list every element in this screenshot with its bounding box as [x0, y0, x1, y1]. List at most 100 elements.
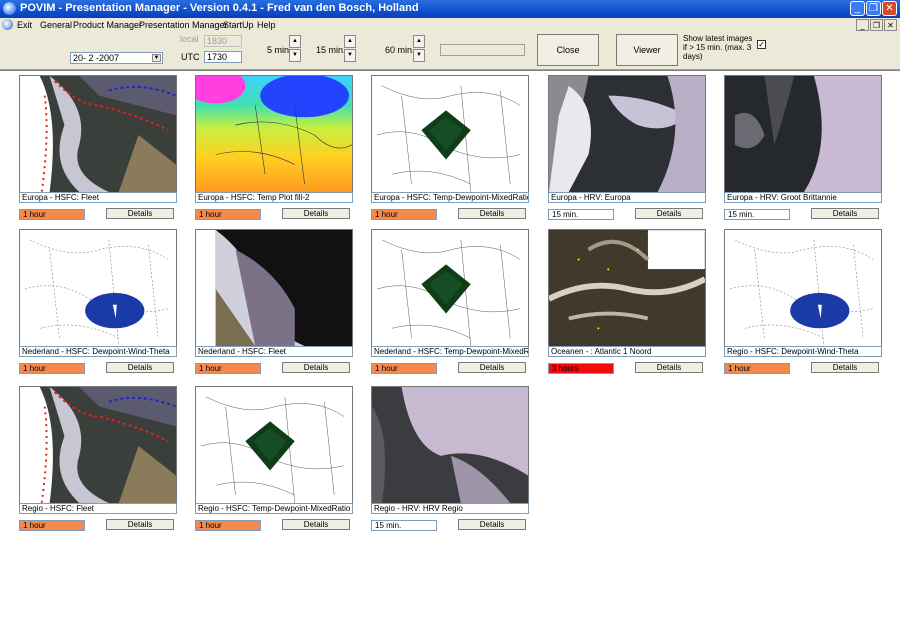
details-button[interactable]: Details — [458, 519, 526, 530]
arrow-down-icon[interactable]: ▼ — [413, 49, 425, 62]
viewer-button[interactable]: Viewer — [616, 34, 678, 66]
tile-age-badge: 1 hour — [371, 209, 437, 220]
mdi-minimize-icon[interactable]: _ — [856, 19, 869, 31]
tile-caption: Nederland - HSFC: Dewpoint-Wind-Theta — [19, 346, 177, 357]
details-button[interactable]: Details — [282, 208, 350, 219]
tile-thumbnail[interactable] — [724, 75, 882, 193]
menu-startup[interactable]: StartUp — [223, 20, 254, 30]
menu-general[interactable]: General — [40, 20, 72, 30]
tile-age-badge: 1 hour — [19, 520, 85, 531]
weather-image — [549, 76, 705, 192]
menu-presentation-manager[interactable]: Presentation Manager — [139, 20, 228, 30]
tile-age-badge: 15 min. — [548, 209, 614, 220]
details-button[interactable]: Details — [106, 208, 174, 219]
weather-image — [20, 230, 176, 346]
tile-thumbnail[interactable] — [548, 229, 706, 347]
weather-image — [372, 76, 528, 192]
step-5-spinner[interactable]: ▲ ▼ — [289, 35, 301, 63]
tile-thumbnail[interactable] — [195, 229, 353, 347]
local-time-field: 1830 — [204, 35, 242, 47]
chevron-down-icon[interactable]: ▼ — [152, 54, 161, 62]
tile-thumbnail[interactable] — [548, 75, 706, 193]
show-latest-label: Show latest images if > 15 min. (max. 3 … — [683, 34, 753, 61]
tile-caption: Nederland - HSFC: Fleet — [195, 346, 353, 357]
step-15-spinner[interactable]: ▲ ▼ — [344, 35, 356, 63]
utc-time-field[interactable]: 1730 — [204, 51, 242, 63]
tile-thumbnail[interactable] — [19, 386, 177, 504]
close-button[interactable]: Close — [537, 34, 599, 66]
details-button[interactable]: Details — [106, 519, 174, 530]
tile-caption: Europa - HRV: Europa — [548, 192, 706, 203]
step-60-spinner[interactable]: ▲ ▼ — [413, 35, 425, 63]
tile-age-badge: 15 min. — [724, 209, 790, 220]
minimize-icon[interactable]: _ — [850, 1, 865, 16]
menu-help[interactable]: Help — [257, 20, 276, 30]
arrow-down-icon[interactable]: ▼ — [289, 49, 301, 62]
details-button[interactable]: Details — [811, 362, 879, 373]
tile-thumbnail[interactable] — [195, 75, 353, 193]
weather-image — [20, 387, 176, 503]
weather-image — [549, 230, 705, 346]
tile-age-badge: 1 hour — [724, 363, 790, 374]
date-dropdown[interactable]: 20- 2 -2007 ▼ — [70, 52, 163, 64]
arrow-up-icon[interactable]: ▲ — [289, 35, 301, 48]
tile-age-badge: 1 hour — [195, 520, 261, 531]
tile-caption: Oceanen - : Atlantic 1 Noord — [548, 346, 706, 357]
tile-thumbnail[interactable] — [724, 229, 882, 347]
details-button[interactable]: Details — [635, 208, 703, 219]
utc-label: UTC — [181, 52, 200, 62]
tile-thumbnail[interactable] — [371, 386, 529, 504]
tile-age-badge: 1 hour — [195, 209, 261, 220]
tile-age-badge: 15 min. — [371, 520, 437, 531]
tile-age-badge: 1 hour — [371, 363, 437, 374]
arrow-up-icon[interactable]: ▲ — [344, 35, 356, 48]
tile-caption: Regio - HSFC: Dewpoint-Wind-Theta — [724, 346, 882, 357]
details-button[interactable]: Details — [282, 519, 350, 530]
tile-thumbnail[interactable] — [19, 229, 177, 347]
tile-caption: Regio - HSFC: Fleet — [19, 503, 177, 514]
tile-thumbnail[interactable] — [371, 229, 529, 347]
progress-bar — [440, 44, 525, 56]
tile-caption: Europa - HRV: Groot Brittannie — [724, 192, 882, 203]
mdi-close-icon[interactable]: ✕ — [884, 19, 897, 31]
arrow-down-icon[interactable]: ▼ — [344, 49, 356, 62]
tile-thumbnail[interactable] — [371, 75, 529, 193]
close-window-icon[interactable]: ✕ — [882, 1, 897, 16]
details-button[interactable]: Details — [106, 362, 174, 373]
details-button[interactable]: Details — [458, 208, 526, 219]
details-button[interactable]: Details — [635, 362, 703, 373]
step-60-label: 60 min. — [385, 45, 415, 55]
mdi-restore-icon[interactable]: ❐ — [870, 19, 883, 31]
arrow-up-icon[interactable]: ▲ — [413, 35, 425, 48]
tile-caption: Nederland - HSFC: Temp-Dewpoint-MixedRat… — [371, 346, 529, 357]
weather-image — [372, 230, 528, 346]
tile-caption: Europa - HSFC: Temp Plot fill-2 — [195, 192, 353, 203]
tile-age-badge: 1 hour — [19, 209, 85, 220]
weather-image — [196, 76, 352, 192]
local-time-label: local — [180, 34, 199, 44]
menu-bar: Exit General Product Manager Presentatio… — [0, 18, 900, 32]
step-15-label: 15 min. — [316, 45, 346, 55]
weather-image — [196, 387, 352, 503]
tile-age-badge: 1 hour — [19, 363, 85, 374]
tile-thumbnail[interactable] — [195, 386, 353, 504]
tile-caption: Europa - HSFC: Temp-Dewpoint-MixedRatio — [371, 192, 529, 203]
step-5-label: 5 min. — [267, 45, 292, 55]
tile-caption: Regio - HRV: HRV Regio — [371, 503, 529, 514]
menu-product-manager[interactable]: Product Manager — [73, 20, 142, 30]
title-bar: POVIM - Presentation Manager - Version 0… — [0, 0, 900, 18]
menu-exit[interactable]: Exit — [17, 20, 32, 30]
maximize-icon[interactable]: ❐ — [866, 1, 881, 16]
details-button[interactable]: Details — [458, 362, 526, 373]
tile-thumbnail[interactable] — [19, 75, 177, 193]
details-button[interactable]: Details — [811, 208, 879, 219]
tile-age-badge: 1 hour — [195, 363, 261, 374]
weather-image — [725, 230, 881, 346]
show-latest-checkbox[interactable]: ✓ — [757, 40, 766, 49]
weather-image — [372, 387, 528, 503]
weather-image — [196, 230, 352, 346]
tile-caption: Europa - HSFC: Fleet — [19, 192, 177, 203]
details-button[interactable]: Details — [282, 362, 350, 373]
tile-caption: Regio - HSFC: Temp-Dewpoint-MixedRatio — [195, 503, 353, 514]
weather-image — [725, 76, 881, 192]
